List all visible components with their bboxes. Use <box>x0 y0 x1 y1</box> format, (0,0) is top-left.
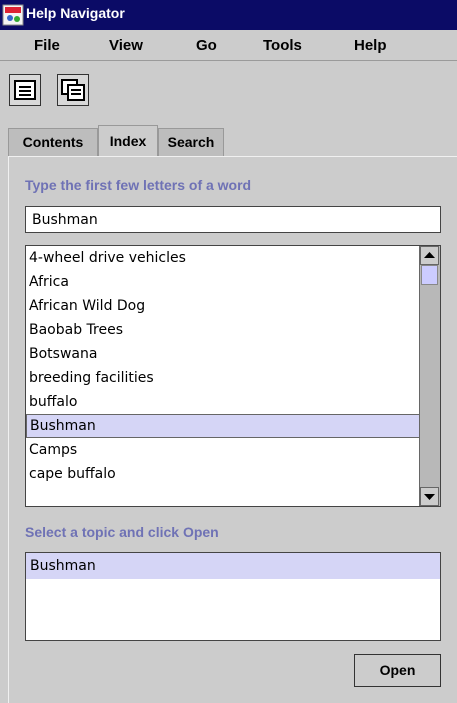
index-search-input[interactable] <box>25 206 441 233</box>
list-item[interactable]: 4-wheel drive vehicles <box>26 246 421 270</box>
topic-item-selected[interactable]: Bushman <box>26 553 440 579</box>
open-button[interactable]: Open <box>354 654 441 687</box>
tab-contents[interactable]: Contents <box>8 128 98 156</box>
scroll-up-button[interactable] <box>420 246 439 265</box>
index-prompt-label: Type the first few letters of a word <box>25 177 252 193</box>
scroll-thumb[interactable] <box>421 265 438 285</box>
list-item[interactable]: cape buffalo <box>26 462 421 486</box>
list-item[interactable]: Africa <box>26 270 421 294</box>
list-item-selected[interactable]: Bushman <box>26 414 421 438</box>
tab-index[interactable]: Index <box>98 125 158 156</box>
list-item[interactable]: breeding facilities <box>26 366 421 390</box>
window-title: Help Navigator <box>26 5 125 21</box>
scroll-down-button[interactable] <box>420 487 439 506</box>
index-list[interactable]: 4-wheel drive vehicles Africa African Wi… <box>25 245 441 507</box>
app-icon[interactable] <box>2 4 24 26</box>
menu-tools[interactable]: Tools <box>263 37 302 54</box>
index-scrollbar[interactable] <box>419 246 440 506</box>
arrow-up-icon <box>424 252 435 258</box>
list-item[interactable]: Baobab Trees <box>26 318 421 342</box>
topic-prompt-label: Select a topic and click Open <box>25 524 219 540</box>
hide-navigator-button[interactable] <box>9 74 41 106</box>
list-item[interactable]: buffalo <box>26 390 421 414</box>
tab-search[interactable]: Search <box>158 128 224 156</box>
list-item[interactable]: Camps <box>26 438 421 462</box>
topic-list[interactable]: Bushman <box>25 552 441 641</box>
arrow-down-icon <box>424 494 435 500</box>
menu-help[interactable]: Help <box>354 37 387 54</box>
new-window-button[interactable] <box>57 74 89 106</box>
menu-go[interactable]: Go <box>196 37 217 54</box>
list-item[interactable]: Botswana <box>26 342 421 366</box>
menu-file[interactable]: File <box>34 37 60 54</box>
title-bar: Help Navigator <box>0 0 457 30</box>
new-window-icon <box>61 79 85 101</box>
menu-bar: File View Go Tools Help <box>0 30 457 61</box>
hide-navigator-icon <box>14 80 36 100</box>
menu-view[interactable]: View <box>109 37 143 54</box>
list-item[interactable]: African Wild Dog <box>26 294 421 318</box>
toolbar <box>0 61 457 121</box>
